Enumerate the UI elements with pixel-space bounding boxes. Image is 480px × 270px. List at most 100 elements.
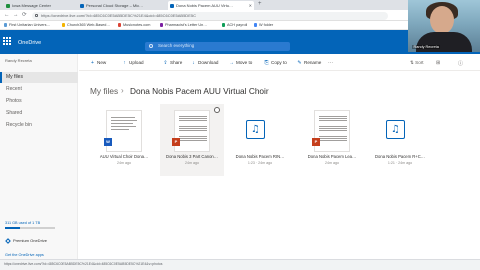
file-name: Dona Nobis Pacem R+C… (375, 154, 425, 159)
storage-usage-fill (5, 227, 20, 229)
upload-label: Upload (129, 60, 144, 65)
share-button[interactable]: ⇪ Share (163, 60, 182, 65)
word-doc-icon: W (104, 138, 112, 146)
bookmark-pharmacists-letter[interactable]: Pharmacist's Letter Un… (160, 23, 207, 27)
bookmark-icon (4, 23, 8, 27)
breadcrumb-current-folder: Dona Nobis Pacem AUU Virtual Choir (130, 86, 269, 96)
sort-button[interactable]: ⇅ Sort (410, 60, 424, 66)
file-tile-virtual-choir-doc[interactable]: W AUU Virtual Choir Dona… 24m ago (92, 104, 156, 176)
back-icon[interactable]: ← (4, 12, 10, 18)
sidebar-item-shared[interactable]: Shared (0, 108, 78, 119)
lock-icon (35, 14, 38, 18)
new-button[interactable]: + New (90, 60, 106, 65)
new-label: New (97, 60, 107, 65)
breadcrumb-my-files[interactable]: My files (90, 86, 118, 96)
tab-label: Dona Nobis Pacem AUU Virtu… (176, 3, 234, 8)
address-bar[interactable]: https://onedrive.live.com/?id=485C6C0E5A… (32, 12, 388, 20)
bookmark-first-unitarian[interactable]: First Unitarian Univers… (4, 23, 50, 27)
bookmark-icon (160, 23, 164, 27)
tab-label: Iowa Message Center (12, 3, 51, 8)
tab-favicon-icon (170, 3, 174, 8)
bookmark-ach-payroll[interactable]: ACH payroll (222, 23, 247, 27)
new-tab-icon[interactable]: + (258, 1, 262, 7)
plus-icon: + (91, 59, 94, 66)
file-tile-3-part-canon[interactable]: P Dona Nobis 3 Part Canon… 24m ago (160, 104, 224, 176)
address-url: https://onedrive.live.com/?id=485C6C0E5A… (41, 13, 196, 18)
sort-label: Sort (415, 59, 424, 65)
sidebar-item-photos[interactable]: Photos (0, 96, 78, 107)
bookmark-icon (62, 23, 66, 27)
presenter-body (416, 32, 472, 52)
file-tile-rin-audio[interactable]: ♫ Dona Nobis Pacem RIN… 1:23 · 24m ago (228, 104, 292, 176)
download-label: Download (198, 60, 219, 65)
bookmark-label: Musicnotes.com (123, 22, 151, 27)
get-apps-link[interactable]: Get the OneDrive apps (5, 253, 44, 257)
move-to-button[interactable]: → Move to (229, 60, 252, 65)
search-placeholder: Search everything (158, 43, 195, 48)
file-modified: 1:21 · 24m ago (387, 160, 413, 165)
rename-icon: ✎ (297, 59, 302, 66)
pdf-icon: P (172, 138, 180, 146)
tab-favicon-icon (6, 3, 10, 8)
app-launcher-icon[interactable] (3, 37, 11, 45)
move-to-label: Move to (236, 60, 253, 65)
browser-tab-dona-nobis[interactable]: Dona Nobis Pacem AUU Virtu… ✕ (168, 1, 254, 10)
presenter-face (430, 6, 454, 34)
file-tile-lead-score[interactable]: P Dona Nobis Pacem Lea… 24m ago (300, 104, 364, 176)
sidebar-item-my-files[interactable]: My files (0, 72, 78, 83)
sidebar-user-name: Randy Recreta (5, 58, 32, 63)
download-icon: ↓ (192, 59, 195, 66)
browser-status-url: https://onedrive.live.com/?id=485C6C0E5A… (0, 259, 480, 270)
bookmark-label: ACH payroll (227, 22, 248, 27)
file-modified: 24m ago (325, 160, 339, 165)
diamond-icon (5, 237, 11, 244)
search-input[interactable]: Search everything (145, 42, 290, 51)
browser-tab-personal-cloud[interactable]: Personal Cloud Storage – Mic… (78, 1, 164, 10)
share-label: Share (170, 60, 183, 65)
pdf-icon: P (312, 138, 320, 146)
bookmark-icon (118, 23, 122, 27)
copy-icon: ⎘ (264, 59, 269, 66)
file-tile-rc-audio[interactable]: ♫ Dona Nobis Pacem R+C… 1:21 · 24m ago (368, 104, 432, 176)
premium-label: Premium OneDrive (13, 238, 48, 243)
copy-to-button[interactable]: ⎘ Copy to (264, 59, 287, 66)
rename-button[interactable]: ✎ Rename (297, 60, 321, 65)
bookmark-w-folder[interactable]: W folder (254, 23, 273, 27)
rename-label: Rename (304, 60, 322, 65)
close-tab-icon[interactable]: ✕ (249, 1, 252, 10)
bookmark-label: First Unitarian Univers… (9, 22, 51, 27)
tab-label: Personal Cloud Storage – Mic… (86, 3, 144, 8)
upload-button[interactable]: ↑ Upload (122, 59, 144, 66)
more-actions-icon[interactable]: ··· (328, 60, 333, 66)
browser-tab-iowa[interactable]: Iowa Message Center (4, 1, 74, 10)
copy-to-label: Copy to (271, 60, 287, 65)
search-icon (149, 44, 153, 48)
details-pane-icon[interactable]: ⓘ (458, 60, 463, 67)
bookmark-icon (254, 23, 258, 27)
sidebar-item-recent[interactable]: Recent (0, 84, 78, 95)
view-switcher-icon[interactable]: ⊞ (436, 60, 440, 66)
upload-icon: ↑ (123, 59, 126, 66)
onedrive-brand[interactable]: OneDrive (18, 40, 41, 46)
bookmark-church365[interactable]: Church365 Web-Based… (62, 23, 110, 27)
bookmark-icon (222, 23, 226, 27)
premium-onedrive-link[interactable]: Premium OneDrive (5, 237, 48, 244)
download-button[interactable]: ↓ Download (191, 60, 218, 65)
file-modified: 24m ago (117, 160, 131, 165)
breadcrumb-separator-icon: › (121, 86, 124, 95)
sidebar-item-recycle-bin[interactable]: Recycle bin (0, 120, 78, 131)
bookmark-label: Church365 Web-Based… (67, 22, 111, 27)
file-modified: 24m ago (185, 160, 199, 165)
select-checkbox[interactable] (214, 107, 220, 113)
webcam-name-label: Randy Recreta (412, 45, 441, 49)
file-modified: 1:23 · 24m ago (247, 160, 273, 165)
move-icon: → (229, 59, 234, 66)
tab-favicon-icon (80, 3, 84, 8)
storage-usage-bar (5, 227, 55, 229)
storage-usage-link[interactable]: 311 GB used of 1 TB (5, 221, 40, 225)
forward-icon[interactable]: → (13, 12, 19, 18)
reload-icon[interactable]: ⟳ (22, 12, 27, 18)
file-name: AUU Virtual Choir Dona… (99, 154, 149, 159)
bookmark-musicnotes[interactable]: Musicnotes.com (118, 23, 150, 27)
bookmark-label: Pharmacist's Letter Un… (165, 22, 208, 27)
